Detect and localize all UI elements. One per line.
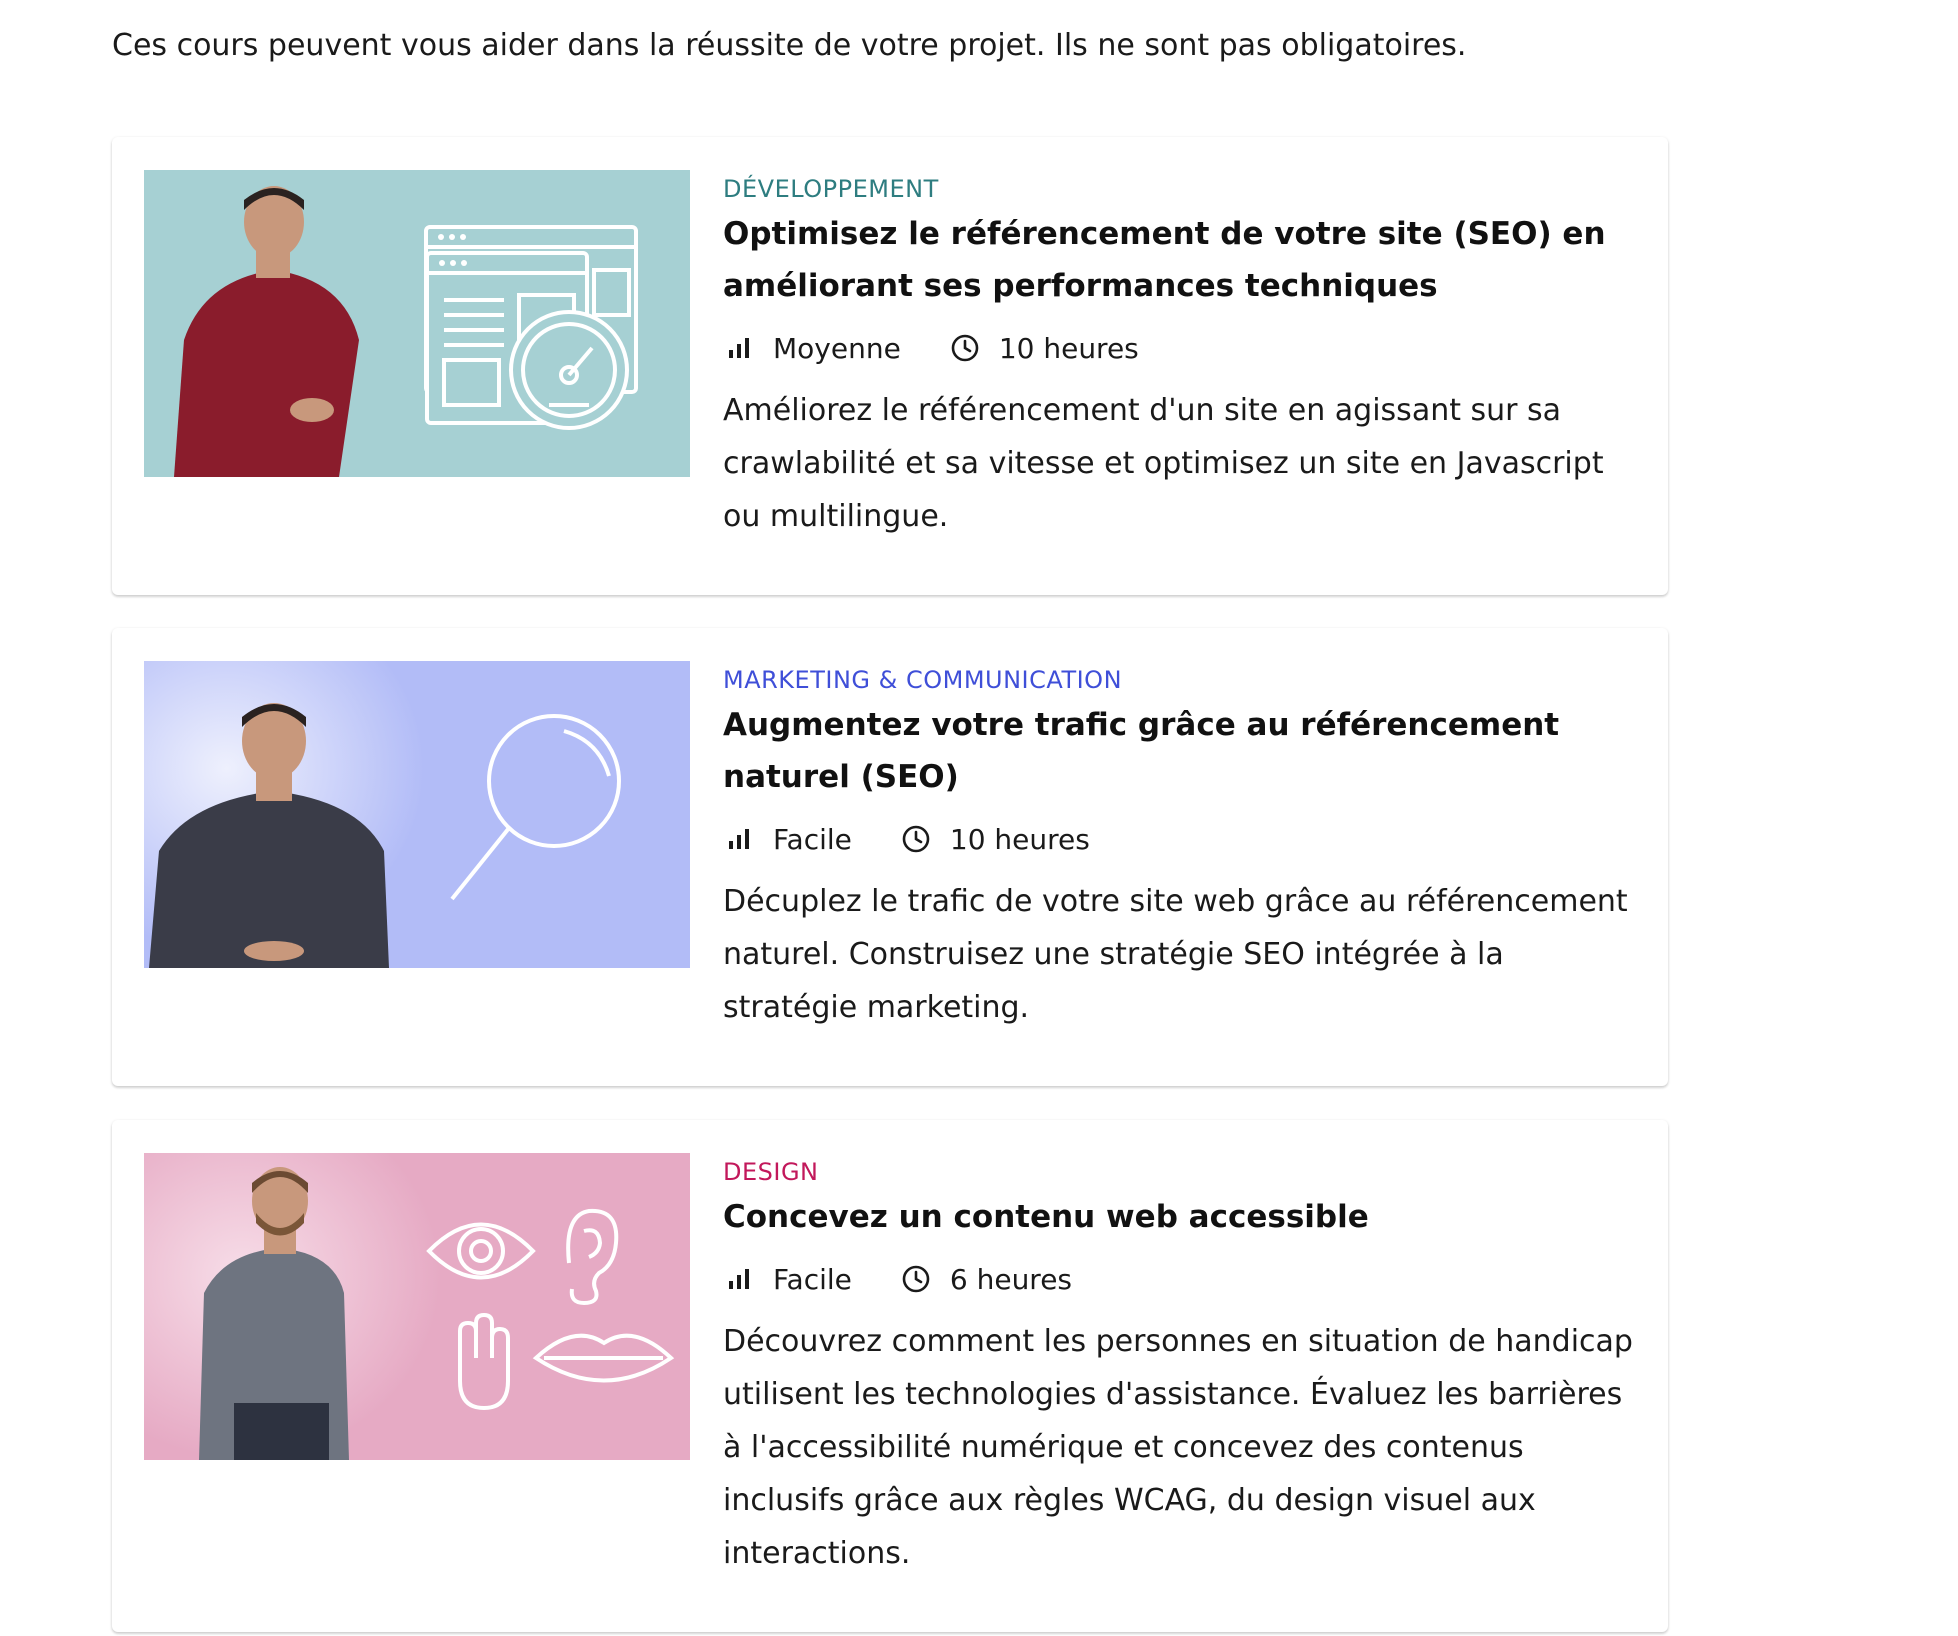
bar-chart-icon — [723, 332, 755, 364]
course-thumbnail[interactable] — [144, 170, 690, 477]
course-card[interactable]: Développement Optimisez le référencement… — [112, 137, 1668, 595]
course-level-label: Facile — [773, 822, 852, 856]
course-content: Marketing & Communication Augmentez votr… — [723, 665, 1643, 1034]
course-content: Design Concevez un contenu web accessibl… — [723, 1157, 1643, 1580]
course-category: Design — [723, 1158, 819, 1186]
bar-chart-icon — [723, 823, 755, 855]
course-duration: 6 heures — [900, 1263, 1072, 1296]
clock-icon — [900, 823, 932, 855]
clock-icon — [949, 332, 981, 364]
course-category: Marketing & Communication — [723, 666, 1123, 694]
course-level-label: Facile — [773, 1262, 852, 1296]
course-duration: 10 heures — [900, 823, 1090, 856]
course-description: Décuplez le trafic de votre site web grâ… — [723, 884, 1628, 1025]
course-title[interactable]: Optimisez le référencement de votre site… — [723, 208, 1643, 312]
course-level: Moyenne — [723, 332, 901, 365]
course-level: Facile — [723, 1263, 852, 1296]
course-meta: Moyenne 10 heures — [723, 326, 1643, 370]
course-duration-label: 10 heures — [949, 822, 1090, 856]
bar-chart-icon — [723, 1263, 755, 1295]
course-thumbnail-image — [144, 661, 690, 968]
course-duration-label: 6 heures — [949, 1262, 1073, 1296]
clock-icon — [900, 1263, 932, 1295]
course-content: Développement Optimisez le référencement… — [723, 174, 1643, 543]
course-title[interactable]: Augmentez votre trafic grâce au référenc… — [723, 699, 1643, 803]
course-thumbnail-image — [144, 170, 690, 477]
course-meta: Facile 6 heures — [723, 1257, 1643, 1301]
course-duration-label: 10 heures — [998, 331, 1139, 365]
course-thumbnail-image — [144, 1153, 690, 1460]
course-duration: 10 heures — [949, 332, 1139, 365]
course-thumbnail[interactable] — [144, 661, 690, 968]
course-level: Facile — [723, 823, 852, 856]
course-description: Découvrez comment les personnes en situa… — [723, 1324, 1633, 1571]
course-card[interactable]: Marketing & Communication Augmentez votr… — [112, 628, 1668, 1086]
course-title[interactable]: Concevez un contenu web accessible — [723, 1191, 1643, 1243]
course-meta: Facile 10 heures — [723, 817, 1643, 861]
course-thumbnail[interactable] — [144, 1153, 690, 1460]
course-category: Développement — [723, 175, 939, 203]
course-level-label: Moyenne — [773, 331, 901, 365]
course-description: Améliorez le référencement d'un site en … — [723, 393, 1604, 534]
intro-text: Ces cours peuvent vous aider dans la réu… — [112, 28, 1467, 63]
course-card[interactable]: Design Concevez un contenu web accessibl… — [112, 1120, 1668, 1632]
